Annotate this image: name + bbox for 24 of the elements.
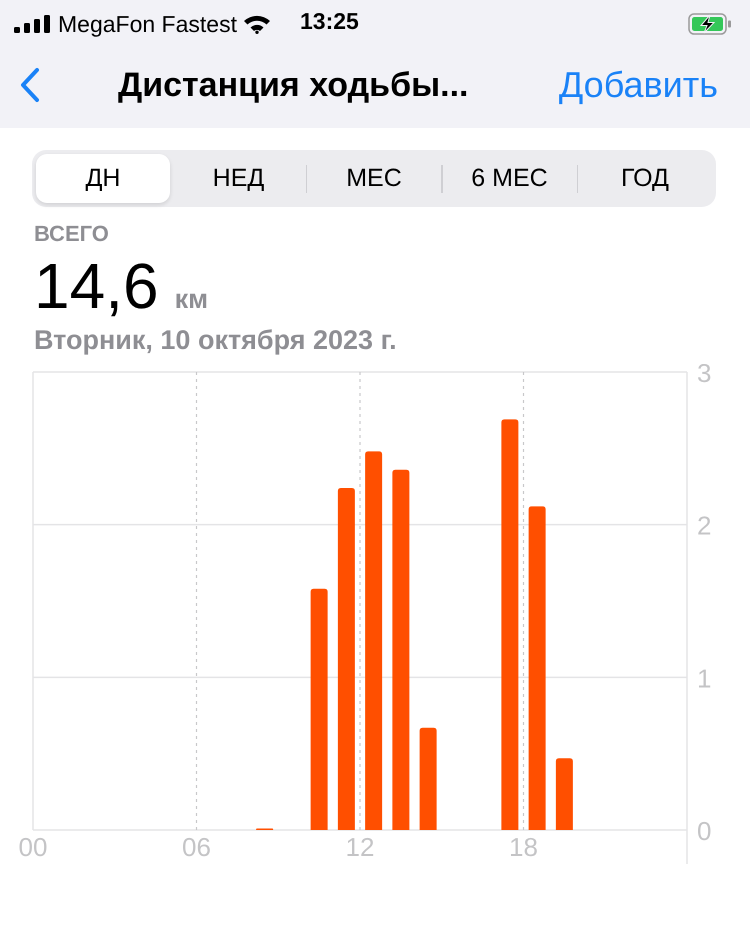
signal-icon [14, 15, 52, 33]
y-tick-label: 3 [697, 364, 712, 388]
screen-title: Дистанция ходьбы... [118, 66, 468, 104]
unit-label: км [174, 284, 208, 315]
period-tab[interactable]: ДН [36, 154, 170, 203]
x-tick-label: 12 [346, 832, 374, 862]
total-caption: ВСЕГО [34, 221, 110, 247]
period-tab[interactable]: 6 МЕС [442, 154, 576, 203]
total-value: 14,6 [34, 249, 159, 323]
carrier-name: MegaFon Fastest [58, 10, 237, 38]
wifi-icon [242, 14, 271, 34]
date-label: Вторник, 10 октября 2023 г. [34, 325, 398, 356]
period-tab[interactable]: НЕД [172, 154, 306, 203]
chart-bar [556, 758, 573, 830]
back-icon[interactable] [20, 67, 40, 103]
y-tick-label: 1 [697, 663, 712, 694]
x-tick-label: 18 [509, 832, 538, 862]
x-tick-label: 00 [18, 832, 48, 862]
y-tick-label: 0 [697, 816, 712, 846]
period-tab[interactable]: МЕС [307, 154, 441, 203]
clock-time: 13:25 [300, 8, 359, 35]
period-tab[interactable]: ГОД [578, 154, 712, 203]
y-tick-label: 2 [697, 510, 712, 541]
x-tick-label: 06 [182, 832, 211, 862]
